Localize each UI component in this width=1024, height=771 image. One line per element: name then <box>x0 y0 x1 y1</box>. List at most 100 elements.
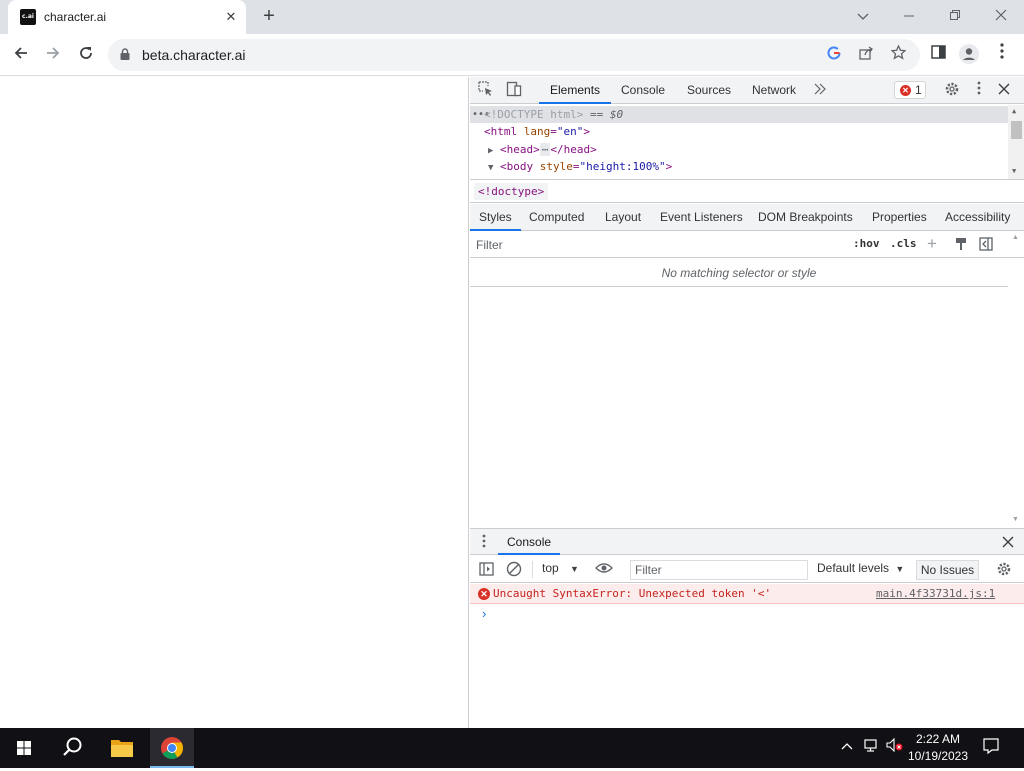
new-tab-button[interactable]: + <box>258 6 280 28</box>
drawer-tab-console[interactable]: Console <box>498 529 561 555</box>
tab-sources[interactable]: Sources <box>687 77 731 104</box>
search-icon[interactable] <box>50 728 94 768</box>
browser-toolbar: beta.character.ai <box>0 34 1024 76</box>
clear-console-icon[interactable] <box>506 561 522 580</box>
html-attr-value: "en" <box>556 125 584 138</box>
browser-tab[interactable]: c.ai character.ai ✕ <box>8 0 246 34</box>
clock-time[interactable]: 2:22 AM <box>908 732 968 746</box>
collapse-triangle-icon[interactable]: ▼ <box>488 163 493 173</box>
tab-strip: c.ai character.ai ✕ + <box>0 0 1024 34</box>
breadcrumb-item[interactable]: <!doctype> <box>474 183 549 200</box>
console-prompt-icon[interactable]: › <box>482 606 486 621</box>
notifications-icon[interactable] <box>981 737 1001 758</box>
subtab-event-listeners[interactable]: Event Listeners <box>660 204 743 231</box>
html-open-tag-close: > <box>583 125 590 138</box>
cls-toggle-button[interactable]: .cls <box>890 237 917 250</box>
expand-triangle-icon[interactable]: ▶ <box>488 146 493 156</box>
console-sidebar-icon[interactable] <box>479 562 494 579</box>
html-attr-name: lang <box>523 125 551 138</box>
scroll-down-icon[interactable]: ▼ <box>1012 167 1016 175</box>
tab-elements[interactable]: Elements <box>539 77 612 104</box>
dom-node-body[interactable]: ▼ <body style="height:100%"> <box>470 158 1008 175</box>
context-selector[interactable]: top ▼ <box>542 561 579 575</box>
console-filter-input[interactable] <box>630 560 808 580</box>
error-icon: ✕ <box>478 588 490 600</box>
tab-search-chevron-icon[interactable] <box>849 4 877 28</box>
context-value: top <box>542 561 559 575</box>
url-text: beta.character.ai <box>142 47 246 63</box>
log-levels-value: Default levels <box>817 561 890 575</box>
page-viewport[interactable] <box>0 77 469 728</box>
drawer-close-icon[interactable] <box>1002 536 1014 551</box>
error-source-link[interactable]: main.4f33731d.js:1 <box>876 587 995 600</box>
styles-subtab-bar: Styles Computed Layout Event Listeners D… <box>470 204 1024 231</box>
toggle-computed-sidebar-icon[interactable] <box>979 237 993 254</box>
forward-arrow-icon[interactable] <box>40 42 66 68</box>
file-explorer-icon[interactable] <box>100 728 144 768</box>
bookmark-star-icon[interactable] <box>888 44 908 65</box>
subtab-properties[interactable]: Properties <box>872 204 927 231</box>
share-icon[interactable] <box>856 45 876 65</box>
windows-start-icon[interactable] <box>2 728 46 768</box>
devtools-tab-bar: Elements Console Sources Network ✕ 1 <box>470 77 1024 104</box>
paint-brush-icon[interactable] <box>954 237 968 254</box>
address-bar[interactable]: beta.character.ai <box>108 39 920 71</box>
issues-button[interactable]: No Issues <box>916 560 979 580</box>
inspect-element-icon[interactable] <box>476 81 496 101</box>
window-close-icon[interactable] <box>987 4 1015 28</box>
head-close-tag: </head> <box>550 143 597 156</box>
restore-icon[interactable] <box>941 4 969 28</box>
clock-date[interactable]: 10/19/2023 <box>904 749 972 763</box>
dom-tree: ••• <!DOCTYPE html> == $0 <html lang="en… <box>470 105 1024 179</box>
subtab-accessibility[interactable]: Accessibility <box>945 204 1010 231</box>
devtools-menu-icon[interactable] <box>969 81 989 101</box>
devtools-settings-gear-icon[interactable] <box>942 81 962 101</box>
profile-avatar-icon[interactable] <box>957 43 981 67</box>
subtab-styles[interactable]: Styles <box>470 204 521 231</box>
google-lens-icon[interactable] <box>824 45 844 65</box>
dom-node-head[interactable]: ▶ <head> ⋯ </head> <box>470 141 1008 158</box>
tray-overflow-chevron-icon[interactable] <box>837 738 857 754</box>
dom-tree-scrollbar[interactable]: ▲ ▼ <box>1008 105 1024 179</box>
live-expression-eye-icon[interactable] <box>595 561 613 578</box>
log-levels-dropdown[interactable]: Default levels ▼ <box>817 561 904 575</box>
error-count-badge[interactable]: ✕ 1 <box>894 81 926 99</box>
body-attr-name: style <box>539 160 573 173</box>
collapsed-content-ellipsis[interactable]: ⋯ <box>539 143 551 156</box>
minimize-icon[interactable] <box>895 4 923 28</box>
dom-node-html[interactable]: <html lang="en"> <box>470 123 1008 140</box>
device-toolbar-icon[interactable] <box>504 81 524 101</box>
scroll-up-icon[interactable]: ▲ <box>1012 107 1016 115</box>
selected-node-marker: == $0 <box>590 108 624 121</box>
subtab-dom-breakpoints[interactable]: DOM Breakpoints <box>758 204 853 231</box>
tab-network[interactable]: Network <box>752 77 796 104</box>
chrome-menu-icon[interactable] <box>990 43 1014 67</box>
subtab-layout[interactable]: Layout <box>605 204 641 231</box>
dom-tree-scroll-thumb[interactable] <box>1011 121 1022 139</box>
tab-close-icon[interactable]: ✕ <box>222 8 240 26</box>
more-tabs-chevron-icon[interactable] <box>810 81 830 101</box>
styles-filter-input[interactable] <box>476 236 836 254</box>
error-count: 1 <box>915 83 922 97</box>
console-error-message[interactable]: ✕ Uncaught SyntaxError: Unexpected token… <box>470 584 1024 604</box>
lock-icon[interactable] <box>120 48 130 60</box>
reload-icon[interactable] <box>73 42 99 68</box>
drawer-menu-icon[interactable] <box>482 534 486 551</box>
hov-toggle-button[interactable]: :hov <box>853 237 880 250</box>
new-style-rule-plus-icon[interactable]: + <box>927 234 937 254</box>
volume-muted-icon[interactable] <box>885 737 905 755</box>
head-open-tag: <head> <box>500 143 540 156</box>
chrome-taskbar-icon[interactable] <box>150 728 194 768</box>
tab-console[interactable]: Console <box>621 77 665 104</box>
back-arrow-icon[interactable] <box>8 42 34 68</box>
network-icon[interactable] <box>861 738 881 755</box>
styles-scroll-down-icon[interactable]: ▼ <box>1012 516 1019 523</box>
styles-scroll-up-icon[interactable]: ▲ <box>1012 234 1019 241</box>
subtab-computed[interactable]: Computed <box>529 204 584 231</box>
styles-scrollbar[interactable]: ▲ ▼ <box>1008 232 1024 528</box>
devtools-close-icon[interactable] <box>994 81 1014 101</box>
dom-node-doctype[interactable]: ••• <!DOCTYPE html> == $0 <box>470 106 1008 123</box>
drawer-header: Console <box>470 528 1024 555</box>
console-settings-gear-icon[interactable] <box>996 561 1012 580</box>
side-panel-icon[interactable] <box>926 43 950 67</box>
